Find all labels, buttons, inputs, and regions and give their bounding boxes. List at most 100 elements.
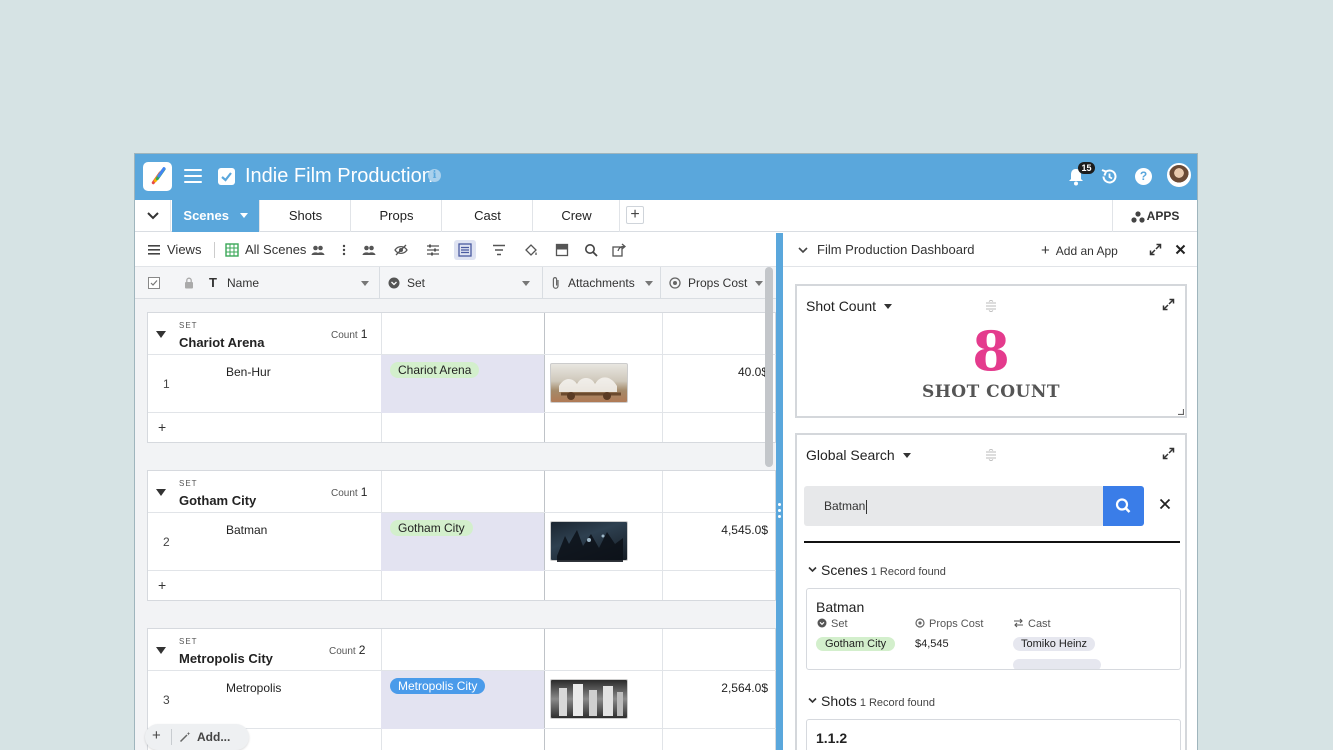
add-button[interactable]: + Add...: [145, 724, 249, 750]
group-header[interactable]: SET Gotham City Count 1: [148, 471, 776, 513]
expand-icon[interactable]: [1162, 298, 1175, 311]
dashboard-title: Film Production Dashboard: [817, 242, 975, 257]
table-row[interactable]: 3 Metropolis Metropolis City 2,564.0$: [148, 671, 776, 729]
props-cost-column-header[interactable]: Props Cost: [661, 267, 776, 299]
set-pill: Gotham City: [816, 637, 896, 651]
shot-result-card[interactable]: 1.1.2: [806, 719, 1181, 750]
widget-title[interactable]: Shot Count: [806, 298, 893, 314]
chevron-down-icon: [808, 566, 817, 573]
help-icon[interactable]: ?: [1135, 168, 1152, 185]
name-column-label: Name: [227, 276, 260, 290]
close-icon[interactable]: [1175, 244, 1186, 255]
collapse-triangle-icon[interactable]: [156, 331, 166, 338]
add-record-row[interactable]: +: [148, 413, 776, 442]
tab-props[interactable]: Props: [352, 200, 442, 232]
attachments-column-label: Attachments: [568, 276, 635, 290]
views-menu-icon[interactable]: [147, 243, 161, 257]
filter-icon[interactable]: [492, 243, 506, 257]
expand-icon[interactable]: [1149, 243, 1162, 256]
chevron-down-icon[interactable]: [797, 244, 809, 256]
grid-scrollbar[interactable]: [765, 267, 773, 467]
panel-resize-handle[interactable]: [776, 233, 783, 750]
resize-grip-icon[interactable]: [1178, 409, 1184, 415]
select-all-checkbox-icon[interactable]: [148, 277, 160, 289]
scene-name-cell[interactable]: Metropolis: [226, 681, 281, 695]
paint-bucket-icon[interactable]: [524, 243, 538, 257]
tab-bar: Scenes Shots Props Cast Crew + APPS: [135, 200, 1197, 232]
collapse-triangle-icon[interactable]: [156, 489, 166, 496]
set-cell[interactable]: Chariot Arena: [381, 355, 544, 413]
search-button[interactable]: [1103, 486, 1144, 526]
add-app-button[interactable]: + Add an App: [1041, 242, 1118, 259]
tab-shots[interactable]: Shots: [261, 200, 351, 232]
add-record-row[interactable]: +: [148, 571, 776, 600]
widget-title[interactable]: Global Search: [806, 447, 911, 463]
notification-badge: 15: [1078, 162, 1095, 174]
scene-name-cell[interactable]: Batman: [226, 523, 267, 537]
attachment-thumbnail[interactable]: [550, 521, 628, 562]
tab-crew[interactable]: Crew: [534, 200, 620, 232]
shot-count-widget: Shot Count 8 SHOT COUNT: [795, 284, 1187, 418]
row-height-icon[interactable]: [426, 243, 440, 257]
lock-icon: [185, 277, 193, 289]
add-tab-button[interactable]: +: [626, 206, 644, 224]
global-search-input[interactable]: Batman: [804, 486, 1104, 526]
avatar[interactable]: [1167, 163, 1191, 187]
set-pill: Chariot Arena: [390, 362, 480, 378]
caret-down-icon[interactable]: [522, 281, 530, 286]
drag-handle-icon[interactable]: [985, 449, 997, 461]
props-cost-cell[interactable]: 4,545.0$: [662, 523, 768, 537]
set-cell[interactable]: Metropolis City: [381, 671, 544, 729]
props-cost-cell[interactable]: 40.0$: [662, 365, 768, 379]
dashboard-header: Film Production Dashboard + Add an App: [783, 233, 1197, 267]
currency-icon: [915, 618, 925, 628]
more-options-icon[interactable]: [337, 243, 351, 257]
share-icon[interactable]: [612, 243, 626, 257]
group-field-label: SET: [179, 479, 198, 488]
table-row[interactable]: 1 Ben-Hur Chariot Arena 40.0$: [148, 355, 776, 413]
caret-down-icon[interactable]: [755, 281, 763, 286]
views-button[interactable]: Views: [167, 233, 201, 267]
tabs-collapse-button[interactable]: [135, 200, 171, 232]
attachment-thumbnail[interactable]: [550, 363, 628, 403]
plus-icon: +: [152, 727, 161, 744]
app-logo-icon[interactable]: [143, 162, 172, 191]
drag-handle-icon[interactable]: [985, 300, 997, 312]
apps-button[interactable]: APPS: [1112, 200, 1197, 232]
set-pill: Gotham City: [390, 520, 473, 536]
tab-scenes[interactable]: Scenes: [172, 200, 260, 232]
tab-cast[interactable]: Cast: [443, 200, 533, 232]
props-cost-cell[interactable]: 2,564.0$: [662, 681, 768, 695]
shots-results-header[interactable]: Shots 1 Record found: [807, 693, 935, 709]
caret-down-icon[interactable]: [645, 281, 653, 286]
view-selector[interactable]: All Scenes: [245, 233, 306, 267]
group-header[interactable]: SET Metropolis City Count 2: [148, 629, 776, 671]
scene-result-card[interactable]: Batman Set Gotham City Props Cost $4,545…: [806, 588, 1181, 670]
name-column-header[interactable]: T Name: [135, 267, 380, 299]
set-column-header[interactable]: Set: [380, 267, 543, 299]
summary-toggle-button[interactable]: [454, 240, 476, 260]
collapse-triangle-icon[interactable]: [156, 647, 166, 654]
group-header[interactable]: SET Chariot Arena Count 1: [148, 313, 776, 355]
collaborators-icon[interactable]: [362, 243, 376, 257]
scenes-results-header[interactable]: Scenes 1 Record found: [807, 562, 946, 578]
hide-fields-icon[interactable]: [394, 243, 408, 257]
menu-icon[interactable]: [184, 169, 202, 184]
table-row[interactable]: 2 Batman Gotham City 4,545.0$: [148, 513, 776, 571]
set-cell[interactable]: Gotham City: [381, 513, 544, 571]
scene-name-cell[interactable]: Ben-Hur: [226, 365, 271, 379]
top-bar: Indie Film Production i 15 ?: [135, 154, 1197, 200]
expand-icon[interactable]: [1162, 447, 1175, 460]
print-icon[interactable]: [555, 243, 569, 257]
caret-down-icon[interactable]: [361, 281, 369, 286]
divider: [171, 729, 172, 745]
props-cost-column-label: Props Cost: [688, 276, 748, 290]
checkbox-icon[interactable]: [218, 168, 235, 185]
search-icon[interactable]: [584, 243, 598, 257]
clear-search-icon[interactable]: [1159, 498, 1171, 510]
attachment-thumbnail[interactable]: [550, 679, 628, 719]
count-label: Count: [329, 646, 356, 657]
history-icon[interactable]: [1100, 167, 1118, 186]
info-icon[interactable]: i: [428, 169, 441, 182]
attachments-column-header[interactable]: Attachments: [543, 267, 661, 299]
